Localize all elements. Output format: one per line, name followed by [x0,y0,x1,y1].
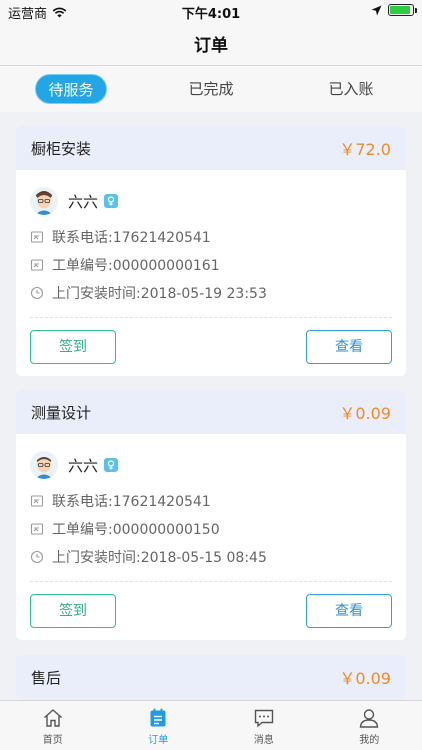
document-icon [30,259,44,271]
tab-pending-service[interactable]: 待服务 [35,74,107,104]
customer-name: 六六 [68,456,99,475]
order-actions: 签到 查看 [30,318,392,376]
order-title: 售后 [31,668,62,687]
tab-credited[interactable]: 已入账 [315,74,387,104]
visit-time-row: 上门安装时间:2018-05-19 23:53 [30,279,392,307]
avatar [30,451,58,479]
phone-row: 联系电话:17621420541 [30,223,392,251]
order-number: 工单编号:000000000161 [52,258,220,274]
page-title: 订单 [194,36,228,56]
battery-icon [388,4,417,16]
order-price: ￥72.0 [339,140,391,159]
customer-row: 六六 [30,449,392,481]
order-title: 橱柜安装 [31,139,92,158]
order-card: 橱柜安装 ￥72.0 六六 联系电话:17621420541 工单编号:0000… [16,126,406,376]
female-icon [104,194,119,208]
clock-icon [30,550,44,564]
nav-bar: 订单 [0,22,422,66]
bottom-tab-bar: 首页 订单 消息 我的 [0,700,422,750]
tabbar-item-profile[interactable]: 我的 [317,701,422,750]
visit-time: 上门安装时间:2018-05-19 23:53 [52,286,267,302]
order-card: 测量设计 ￥0.09 六六 联系电话:17621420541 工单编号:0000… [16,390,406,640]
order-actions: 签到 查看 [30,582,392,640]
status-time: 下午4:01 [181,7,241,22]
order-price: ￥0.09 [339,404,391,423]
order-list: 橱柜安装 ￥72.0 六六 联系电话:17621420541 工单编号:0000… [0,112,422,700]
tabbar-item-orders[interactable]: 订单 [106,701,212,750]
tabbar-label: 首页 [42,735,63,746]
view-button[interactable]: 查看 [306,330,392,364]
tabbar-label: 消息 [253,735,274,746]
avatar [30,187,58,215]
tabbar-label: 我的 [359,735,380,746]
tabbar-item-messages[interactable]: 消息 [211,701,317,750]
order-card-header: 测量设计 ￥0.09 [16,390,406,434]
order-number-row: 工单编号:000000000161 [30,251,392,279]
customer-row: 六六 [30,185,392,217]
order-price: ￥0.09 [339,669,391,688]
customer-name: 六六 [68,192,99,211]
user-icon [359,709,379,728]
customer-phone: 联系电话:17621420541 [52,494,211,510]
phone-card-icon [30,495,44,507]
visit-time-row: 上门安装时间:2018-05-15 08:45 [30,543,392,571]
customer-phone: 联系电话:17621420541 [52,230,211,246]
sign-in-button[interactable]: 签到 [30,330,116,364]
location-arrow-icon [371,5,382,15]
status-right [371,4,417,16]
order-icon [150,708,166,727]
home-icon [43,709,62,727]
message-icon [254,709,273,728]
tabbar-item-home[interactable]: 首页 [0,701,106,750]
document-icon [30,523,44,535]
phone-card-icon [30,231,44,243]
order-number-row: 工单编号:000000000150 [30,515,392,543]
sign-in-button[interactable]: 签到 [30,594,116,628]
order-card-body: 六六 联系电话:17621420541 工单编号:000000000161 上门… [16,170,406,376]
order-card-body: 六六 联系电话:17621420541 工单编号:000000000150 上门… [16,434,406,640]
female-icon [104,458,119,472]
order-title: 测量设计 [31,403,92,422]
view-button[interactable]: 查看 [306,594,392,628]
order-number: 工单编号:000000000150 [52,522,220,538]
order-card-header: 橱柜安装 ￥72.0 [16,126,406,170]
status-bar: 运营商 下午4:01 [0,0,422,22]
order-card-header: 售后 ￥0.09 [16,655,406,699]
order-status-tabs: 待服务 已完成 已入账 [0,66,422,112]
clock-icon [30,286,44,300]
order-card: 售后 ￥0.09 [16,655,406,699]
tab-completed[interactable]: 已完成 [175,74,247,104]
tabbar-label: 订单 [148,735,169,746]
phone-row: 联系电话:17621420541 [30,487,392,515]
visit-time: 上门安装时间:2018-05-15 08:45 [52,550,267,566]
